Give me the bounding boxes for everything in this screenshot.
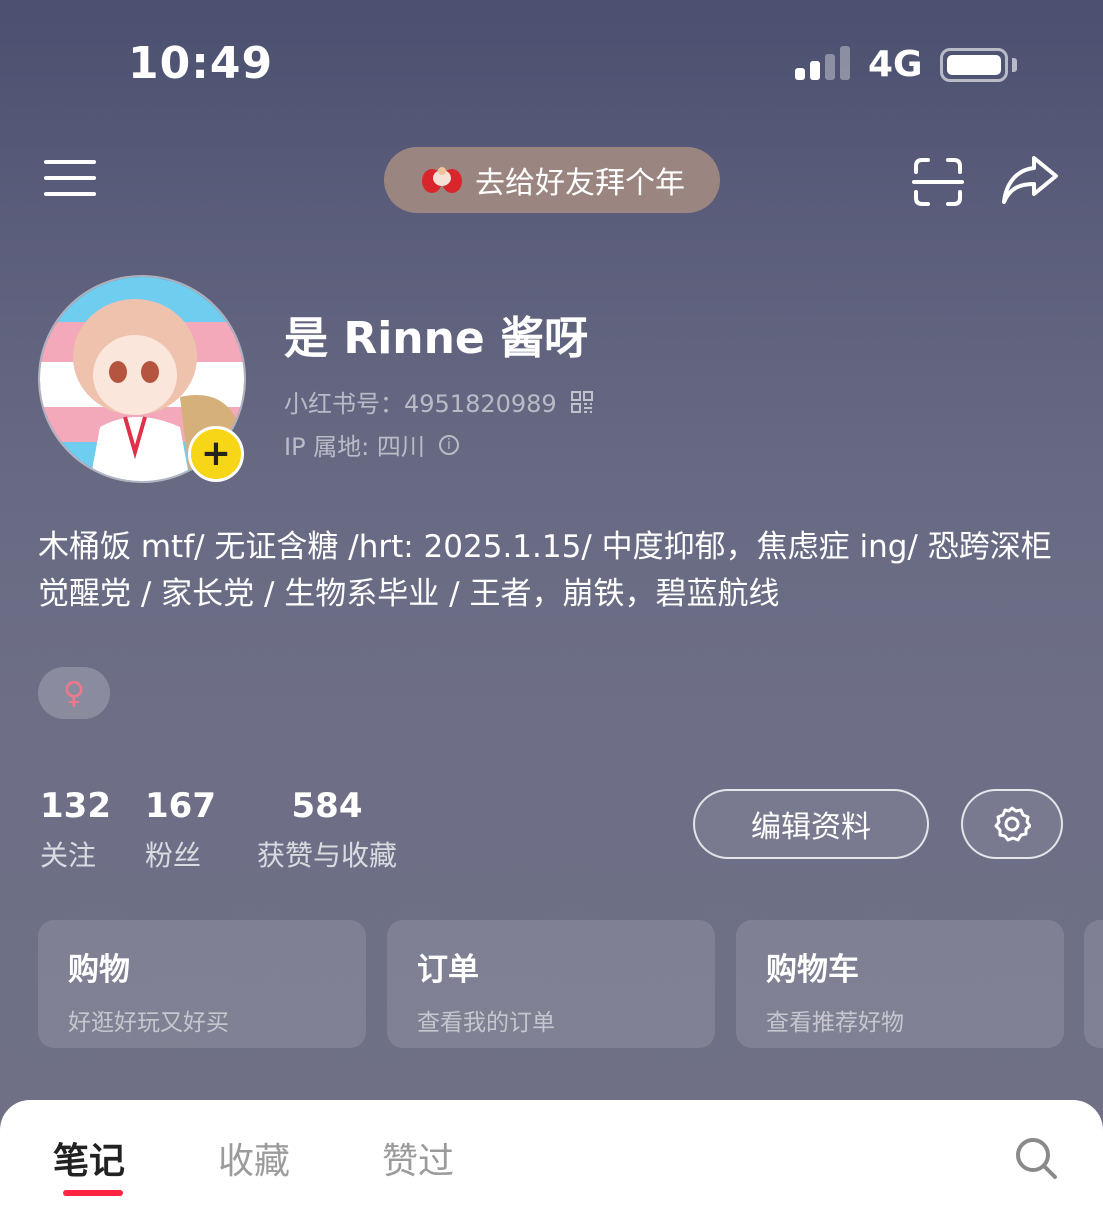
following-label: 关注 xyxy=(40,839,97,872)
followers-stat[interactable]: 167 粉丝 xyxy=(145,786,216,874)
likes-collections-stat[interactable]: 584 获赞与收藏 xyxy=(250,786,404,874)
greeting-hands-icon xyxy=(422,167,462,193)
next-card-peek[interactable] xyxy=(1084,920,1103,1048)
redbook-id[interactable]: 小红书号：4951820989 xyxy=(284,384,593,419)
following-count: 132 xyxy=(40,786,111,826)
likes-count: 584 xyxy=(291,786,363,826)
card-subtitle: 好逛好玩又好买 xyxy=(68,1010,229,1036)
female-icon: ♀ xyxy=(63,675,85,711)
active-tab-indicator xyxy=(63,1190,123,1196)
cart-card[interactable]: 购物车 查看推荐好物 xyxy=(736,920,1064,1048)
ip-location-text: IP 属地: 四川 xyxy=(284,433,425,461)
add-avatar-button[interactable]: + xyxy=(188,426,244,482)
battery-tip xyxy=(1012,58,1017,72)
qr-code-icon[interactable] xyxy=(570,390,593,413)
following-stat[interactable]: 132 关注 xyxy=(40,786,111,874)
card-title: 订单 xyxy=(417,952,479,988)
tab-liked[interactable]: 赞过 xyxy=(382,1132,454,1184)
signal-strength-icon xyxy=(795,46,851,80)
content-sheet xyxy=(0,1100,1103,1220)
bio-line: 觉醒党 / 家长党 / 生物系毕业 / 王者，崩铁，碧蓝航线 xyxy=(38,576,780,612)
settings-button[interactable] xyxy=(961,789,1063,859)
card-title: 购物 xyxy=(68,952,130,988)
card-title: 购物车 xyxy=(766,952,859,988)
card-subtitle: 查看我的订单 xyxy=(417,1010,555,1036)
followers-label: 粉丝 xyxy=(145,839,202,872)
ip-location: IP 属地: 四川 i xyxy=(284,427,459,462)
followers-count: 167 xyxy=(145,786,216,826)
edit-profile-button[interactable]: 编辑资料 xyxy=(693,789,929,859)
bio: 木桶饭 mtf/ 无证含糖 /hrt: 2025.1.15/ 中度抑郁，焦虑症 … xyxy=(38,524,1068,618)
search-icon[interactable] xyxy=(1014,1136,1058,1180)
tab-notes[interactable]: 笔记 xyxy=(53,1132,125,1184)
nickname: 是 Rinne 酱呀 xyxy=(284,313,589,364)
network-type: 4G xyxy=(868,44,923,85)
status-time: 10:49 xyxy=(128,38,274,89)
tab-collections[interactable]: 收藏 xyxy=(218,1132,290,1184)
share-icon[interactable] xyxy=(1000,154,1060,206)
info-icon[interactable]: i xyxy=(438,434,459,455)
shopping-card[interactable]: 购物 好逛好玩又好买 xyxy=(38,920,366,1048)
likes-label: 获赞与收藏 xyxy=(256,839,397,872)
gear-icon xyxy=(994,806,1031,842)
menu-icon[interactable] xyxy=(44,158,96,198)
promo-label: 去给好友拜个年 xyxy=(475,166,685,201)
scan-icon[interactable] xyxy=(912,156,964,208)
new-year-greeting-button[interactable]: 去给好友拜个年 xyxy=(384,147,720,213)
redbook-id-text: 小红书号：4951820989 xyxy=(284,390,557,418)
orders-card[interactable]: 订单 查看我的订单 xyxy=(387,920,715,1048)
gender-tag: ♀ xyxy=(38,667,110,719)
battery-icon xyxy=(940,48,1008,82)
bio-line: 木桶饭 mtf/ 无证含糖 /hrt: 2025.1.15/ 中度抑郁，焦虑症 … xyxy=(38,529,1052,565)
card-subtitle: 查看推荐好物 xyxy=(766,1010,904,1036)
